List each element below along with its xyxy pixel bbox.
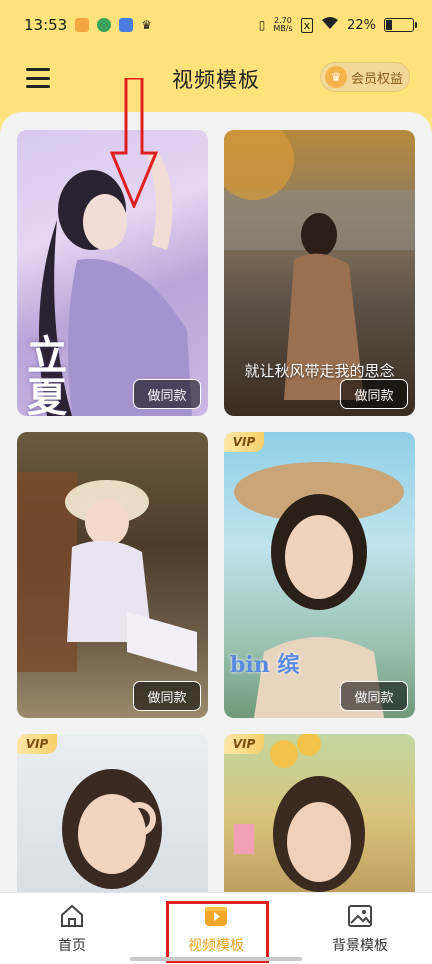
battery-percent: 22% bbox=[347, 17, 376, 33]
make-same-button[interactable]: 做同款 bbox=[340, 681, 408, 711]
nav-item-background-templates[interactable]: 背景模板 bbox=[288, 893, 432, 964]
app-screen: 13:53 ♛ ▯ 2.70 MB/s x 22% 视频模板 ♛ 会员权益 立夏… bbox=[0, 0, 432, 964]
annotation-highlight-box bbox=[166, 901, 269, 963]
template-caption: 就让秋风带走我的思念 bbox=[244, 362, 395, 380]
template-grid: 立夏 做同款 就让秋风带走我的思念 做同款 做同款 VIP bin 缤 做同款 … bbox=[0, 112, 432, 892]
nav-label: 背景模板 bbox=[332, 938, 388, 954]
image-icon bbox=[348, 905, 372, 927]
template-card[interactable]: 做同款 bbox=[17, 432, 208, 718]
wifi-icon bbox=[321, 16, 339, 34]
template-thumbnail bbox=[224, 734, 415, 892]
network-speed-unit: MB/s bbox=[273, 24, 293, 33]
status-bar: 13:53 ♛ ▯ 2.70 MB/s x 22% bbox=[0, 0, 432, 50]
status-time: 13:53 bbox=[24, 16, 68, 34]
crown-icon: ♛ bbox=[325, 66, 347, 88]
sim-icon: x bbox=[300, 17, 314, 33]
template-card[interactable]: VIP bbox=[17, 734, 208, 892]
template-overlay-text: 立夏 bbox=[27, 332, 67, 417]
member-benefits-label: 会员权益 bbox=[351, 71, 404, 87]
vip-badge: VIP bbox=[17, 734, 57, 754]
template-thumbnail bbox=[17, 734, 208, 892]
app-header: 视频模板 ♛ 会员权益 bbox=[0, 54, 432, 102]
template-card[interactable]: VIP bbox=[224, 734, 415, 892]
vibrate-icon: ▯ bbox=[258, 18, 266, 32]
status-right: ▯ 2.70 MB/s x 22% bbox=[258, 16, 417, 34]
status-left: 13:53 ♛ bbox=[24, 16, 152, 34]
gesture-bar[interactable] bbox=[130, 957, 302, 961]
template-card[interactable]: 就让秋风带走我的思念 做同款 bbox=[224, 130, 415, 416]
vip-badge: VIP bbox=[224, 432, 264, 452]
crown-notification-icon: ♛ bbox=[141, 18, 152, 32]
nav-item-home[interactable]: 首页 bbox=[0, 893, 144, 964]
template-thumbnail bbox=[17, 432, 208, 718]
template-overlay-text: bin 缤 bbox=[230, 652, 300, 678]
member-benefits-button[interactable]: ♛ 会员权益 bbox=[320, 62, 410, 92]
app-notification-icon bbox=[97, 18, 112, 32]
network-speed: 2.70 MB/s bbox=[273, 17, 292, 33]
template-card[interactable]: VIP bin 缤 做同款 bbox=[224, 432, 415, 718]
home-icon bbox=[61, 904, 83, 927]
vip-badge: VIP bbox=[224, 734, 264, 754]
app-notification-icon bbox=[119, 18, 134, 32]
make-same-button[interactable]: 做同款 bbox=[340, 379, 408, 409]
nav-label: 首页 bbox=[58, 938, 86, 954]
battery-icon bbox=[384, 18, 417, 32]
make-same-button[interactable]: 做同款 bbox=[133, 681, 201, 711]
app-notification-icon bbox=[75, 18, 90, 32]
make-same-button[interactable]: 做同款 bbox=[133, 379, 201, 409]
annotation-arrow-icon bbox=[110, 78, 158, 208]
